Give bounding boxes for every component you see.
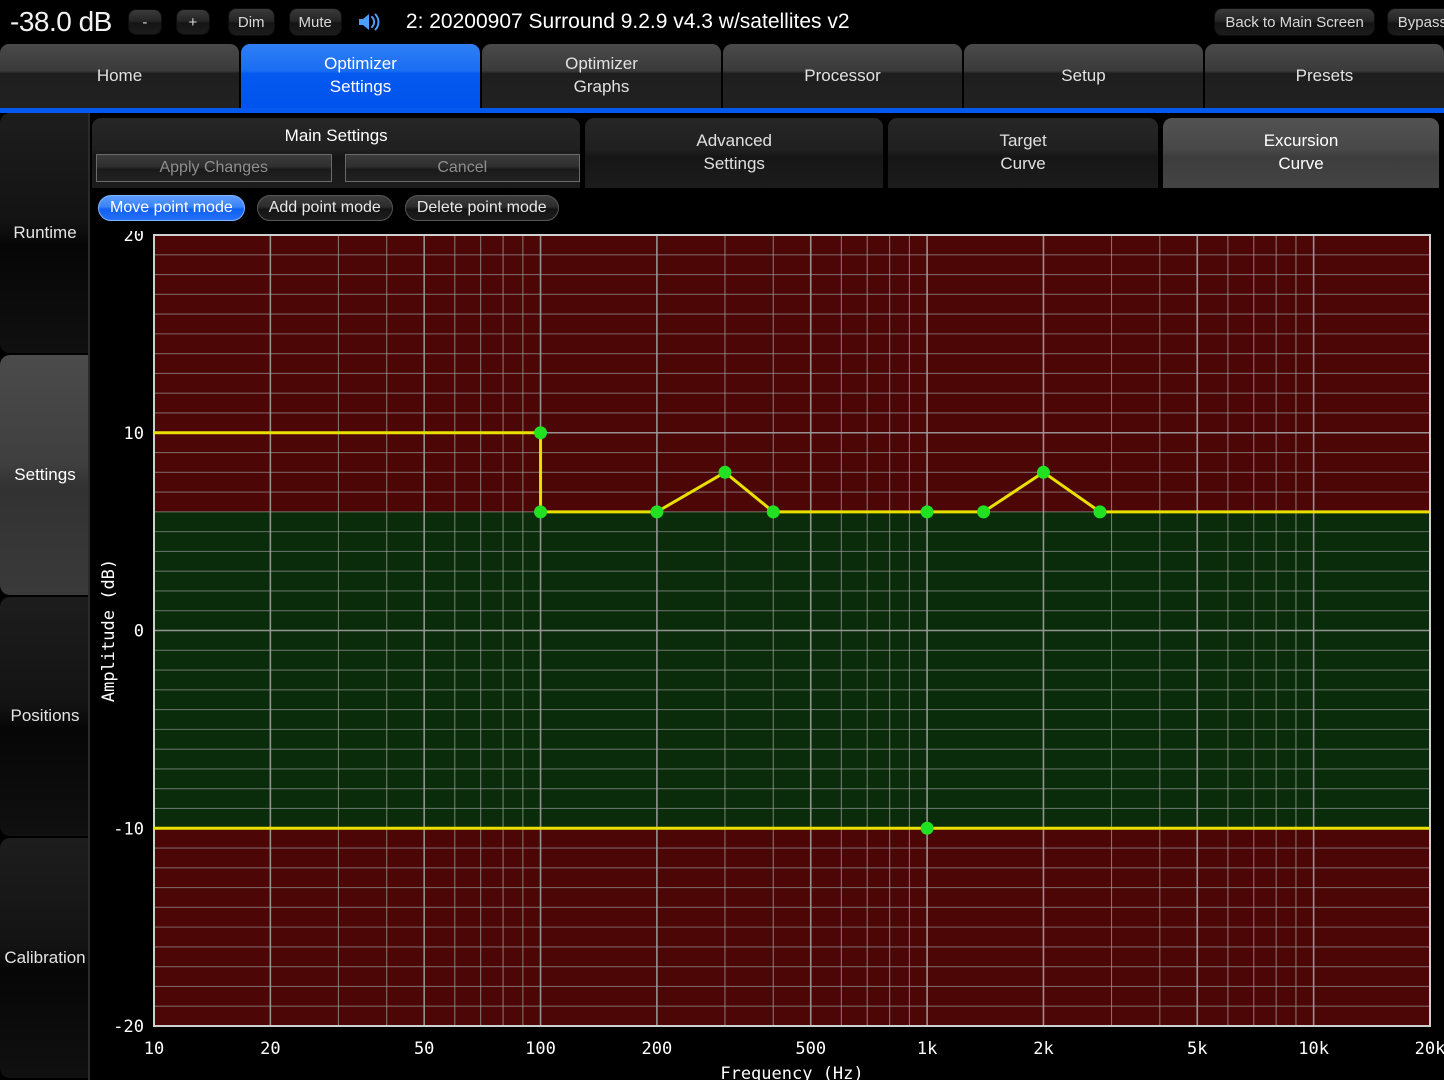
x-axis-tick-label: 1k: [917, 1039, 937, 1059]
chart-control-point: [766, 505, 780, 519]
tab-label-line1: Presets: [1295, 65, 1354, 85]
x-axis-title: Frequency (Hz): [720, 1064, 863, 1080]
preset-title: 2: 20200907 Surround 9.2.9 v4.3 w/satell…: [405, 10, 850, 33]
point-mode-button-row: Move point mode Add point mode Delete po…: [98, 195, 559, 221]
bypass-button[interactable]: Bypass: [1386, 8, 1444, 36]
sub-tab-label: Main Settings: [284, 126, 388, 145]
x-axis-tick-label: 20k: [1415, 1039, 1444, 1059]
top-bar: -38.0 dB - + Dim Mute 2: 20200907 Surrou…: [0, 0, 1444, 44]
x-axis-tick-label: 10k: [1298, 1039, 1329, 1059]
excursion-curve-chart[interactable]: -20 -10 0 10 20 10 20 50 100 200 500 1k 2k 5k 10k 20k Fr…: [92, 231, 1444, 1080]
cancel-button[interactable]: Cancel: [344, 154, 580, 182]
sidebar-item-positions[interactable]: Positions: [0, 596, 90, 837]
y-axis-tick-label: -20: [113, 1017, 144, 1037]
sub-tab-label-line2: Curve: [1000, 154, 1046, 173]
x-axis-tick-label: 500: [795, 1039, 826, 1059]
sub-tab-label-line1: Excursion: [1263, 131, 1339, 151]
add-point-mode-button[interactable]: Add point mode: [256, 195, 393, 221]
apply-changes-button[interactable]: Apply Changes: [96, 154, 332, 182]
tab-label-line2: Graphs: [573, 77, 630, 96]
sidebar-item-label: Positions: [10, 706, 80, 726]
sub-tab-label-line2: Curve: [1278, 154, 1324, 173]
sidebar-item-settings[interactable]: Settings: [0, 354, 90, 595]
sub-tab-label-line1: Advanced: [696, 131, 773, 151]
chart-control-point: [920, 821, 934, 835]
chart-control-point: [718, 465, 732, 479]
y-axis-tick-label: 10: [124, 424, 144, 444]
sidebar-item-label: Settings: [14, 464, 76, 484]
chart-control-point: [650, 505, 664, 519]
chart-control-point: [1036, 465, 1050, 479]
excursion-curve-plot[interactable]: -20 -10 0 10 20 10 20 50 100 200 500 1k 2k 5k 10k 20k Fr…: [92, 231, 1444, 1080]
chart-control-point: [534, 505, 548, 519]
tab-label-line1: Setup: [1061, 65, 1106, 85]
tab-label-line2: Settings: [329, 77, 392, 96]
sidebar-divider: [88, 113, 90, 1080]
main-tab-bar: Home Optimizer Settings Optimizer Graphs…: [0, 44, 1444, 108]
volume-decrease-button[interactable]: -: [127, 9, 162, 35]
tab-optimizer-settings[interactable]: Optimizer Settings: [241, 44, 480, 108]
tab-optimizer-graphs[interactable]: Optimizer Graphs: [482, 44, 721, 108]
tab-processor[interactable]: Processor: [723, 44, 962, 108]
x-axis-tick-label: 2k: [1033, 1039, 1053, 1059]
y-axis-tick-label: 0: [134, 622, 144, 642]
y-axis-title: Amplitude (dB): [99, 559, 119, 702]
y-axis-tick-label: -10: [113, 819, 144, 839]
y-axis-tick-label: 20: [124, 231, 144, 246]
x-axis-tick-label: 50: [414, 1039, 434, 1059]
x-axis-tick-label: 20: [260, 1039, 280, 1059]
sidebar-item-label: Calibration: [4, 948, 86, 968]
chart-control-point: [1093, 505, 1107, 519]
x-axis-tick-label: 10: [144, 1039, 164, 1059]
dim-button[interactable]: Dim: [227, 8, 275, 36]
action-button-row: Apply Changes Cancel: [96, 154, 580, 182]
x-axis-tick-label: 100: [525, 1039, 556, 1059]
chart-control-point: [920, 505, 934, 519]
volume-increase-button[interactable]: +: [175, 9, 210, 35]
top-bar-right-actions: Back to Main Screen Bypass: [1214, 0, 1444, 44]
x-axis-tick-label: 200: [642, 1039, 673, 1059]
sidebar-item-runtime[interactable]: Runtime: [0, 113, 90, 353]
mute-button[interactable]: Mute: [288, 8, 342, 36]
move-point-mode-button[interactable]: Move point mode: [98, 195, 245, 221]
sub-tab-excursion-curve[interactable]: Excursion Curve: [1163, 118, 1439, 188]
sidebar: Runtime Settings Positions Calibration: [0, 113, 90, 1080]
tab-label-line1: Processor: [804, 65, 881, 85]
sub-tab-target-curve[interactable]: Target Curve: [888, 118, 1159, 188]
chart-control-point: [977, 505, 991, 519]
sidebar-item-label: Runtime: [13, 222, 77, 242]
tab-label-line1: Home: [96, 65, 143, 85]
content-panel: Main Settings Apply Changes Cancel Advan…: [92, 113, 1444, 1080]
tab-setup[interactable]: Setup: [964, 44, 1203, 108]
sub-tab-label-line2: Settings: [703, 154, 765, 173]
sub-tab-bar: Main Settings Apply Changes Cancel Advan…: [92, 118, 1444, 188]
sub-tab-label-line1: Target: [999, 131, 1047, 151]
sidebar-item-calibration[interactable]: Calibration: [0, 838, 90, 1078]
volume-readout: -38.0 dB: [10, 6, 112, 37]
tab-label-line1: Optimizer: [565, 54, 638, 74]
x-axis-tick-label: 5k: [1187, 1039, 1207, 1059]
tab-label-line1: Optimizer: [324, 54, 397, 74]
sub-tab-main-settings[interactable]: Main Settings Apply Changes Cancel: [92, 118, 581, 188]
speaker-volume-icon[interactable]: [356, 9, 384, 35]
sub-tab-advanced-settings[interactable]: Advanced Settings: [585, 118, 884, 188]
tab-home[interactable]: Home: [0, 44, 239, 108]
chart-control-point: [534, 426, 548, 440]
back-to-main-screen-button[interactable]: Back to Main Screen: [1214, 8, 1375, 36]
delete-point-mode-button[interactable]: Delete point mode: [404, 195, 559, 221]
tab-presets[interactable]: Presets: [1205, 44, 1444, 108]
